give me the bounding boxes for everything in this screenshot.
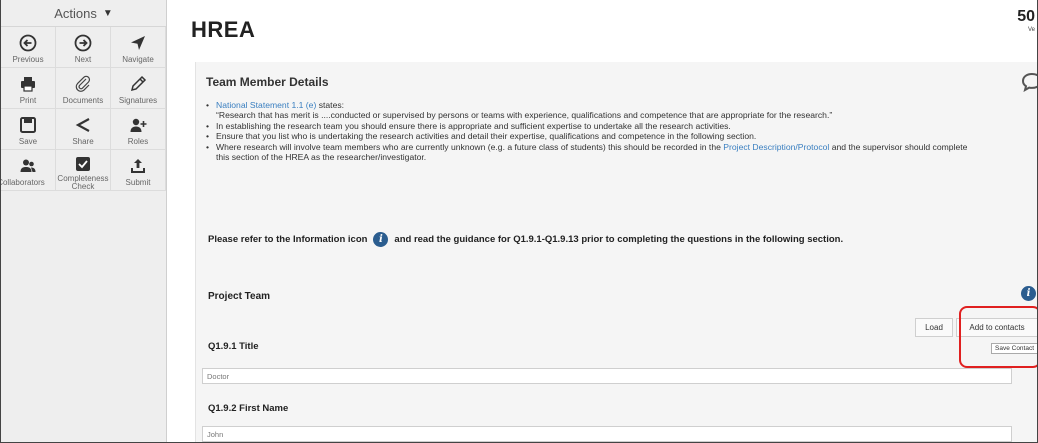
- panel-title: Team Member Details: [206, 75, 329, 89]
- pen-icon: [129, 73, 147, 95]
- previous-label: Previous: [12, 55, 44, 64]
- bullet-3-text: Ensure that you list who is undertaking …: [216, 131, 757, 142]
- highlight-annotation: [959, 306, 1037, 368]
- completeness-check-button[interactable]: Completeness Check: [56, 150, 111, 191]
- bullet-item: • Where research will involve team membe…: [206, 141, 968, 163]
- checkbox-icon: [74, 155, 92, 173]
- actions-grid: Previous Next Navigate Print Documents S…: [1, 27, 166, 191]
- roles-label: Roles: [127, 137, 149, 146]
- arrow-left-circle-icon: [19, 32, 37, 54]
- printer-icon: [19, 73, 37, 95]
- share-button[interactable]: Share: [56, 109, 111, 150]
- comment-icon[interactable]: [1021, 72, 1037, 97]
- actions-label: Actions: [54, 5, 97, 21]
- national-statement-link[interactable]: National Statement 1.1 (e): [216, 100, 316, 110]
- info-guidance-text: Please refer to the Information icon i a…: [208, 232, 843, 247]
- main-content: HREA 50 Ve Team Member Details • Nationa…: [167, 0, 1037, 442]
- q1-title-label: Q1.9.1 Title: [208, 341, 259, 352]
- refer-text-before: Please refer to the Information icon: [208, 234, 368, 245]
- title-field[interactable]: Doctor: [202, 368, 1012, 384]
- info-icon[interactable]: i: [373, 232, 389, 247]
- upload-icon: [129, 155, 147, 177]
- bullet-1-text: states:: [316, 100, 345, 110]
- team-member-details-panel: Team Member Details • National Statement…: [195, 62, 1037, 442]
- next-button[interactable]: Next: [56, 27, 111, 68]
- bullet-item: • Ensure that you list who is undertakin…: [206, 131, 757, 142]
- completeness-check-label: Completeness Check: [57, 174, 109, 191]
- chevron-down-icon: ▼: [102, 7, 113, 19]
- print-button[interactable]: Print: [1, 68, 56, 109]
- share-label: Share: [72, 137, 94, 146]
- collaborators-label: Collaborators: [0, 178, 45, 187]
- submit-label: Submit: [125, 178, 151, 187]
- previous-button[interactable]: Previous: [1, 27, 56, 68]
- bullet-item: • National Statement 1.1 (e) states:: [206, 100, 345, 110]
- bullet-2-text: In establishing the research team you sh…: [216, 120, 731, 131]
- paperclip-icon: [74, 73, 92, 95]
- next-label: Next: [74, 55, 92, 64]
- bullet-4-text: Where research will involve team members…: [216, 141, 724, 152]
- project-team-heading: Project Team: [208, 291, 271, 302]
- share-icon: [74, 114, 92, 136]
- save-contact-tooltip: Save Contact: [991, 343, 1037, 354]
- app-window: Actions ▼ Previous Next Navigate Print D…: [0, 0, 1038, 443]
- actions-menu-toggle[interactable]: Actions ▼: [1, 0, 166, 27]
- navigate-arrow-icon: [129, 32, 147, 54]
- bullet-item: • In establishing the research team you …: [206, 120, 731, 131]
- guidance-bullets: • National Statement 1.1 (e) states: “Re…: [206, 100, 976, 162]
- add-to-contacts-button[interactable]: Add to contacts: [956, 318, 1037, 337]
- roles-button[interactable]: Roles: [111, 109, 166, 150]
- top-right-version: Ve: [1027, 27, 1035, 33]
- refer-text-after: and read the guidance for Q1.9.1-Q1.9.13…: [394, 234, 844, 245]
- floppy-disk-icon: [19, 114, 37, 136]
- project-team-info-icon[interactable]: i: [1021, 286, 1036, 301]
- page-title: HREA: [191, 17, 256, 42]
- submit-button[interactable]: Submit: [111, 150, 166, 191]
- documents-button[interactable]: Documents: [56, 68, 111, 109]
- bullet-1-quote: “Research that has merit is ....conducte…: [216, 110, 833, 121]
- navigate-button[interactable]: Navigate: [111, 27, 166, 68]
- actions-sidebar: Actions ▼ Previous Next Navigate Print D…: [1, 0, 167, 442]
- arrow-right-circle-icon: [74, 32, 92, 54]
- top-right-number: 50: [1017, 8, 1035, 25]
- q2-first-name-label: Q1.9.2 First Name: [208, 403, 289, 414]
- signatures-button[interactable]: Signatures: [111, 68, 166, 109]
- print-label: Print: [19, 96, 37, 105]
- user-plus-icon: [129, 114, 147, 136]
- save-label: Save: [18, 137, 38, 146]
- navigate-label: Navigate: [122, 55, 154, 64]
- save-button[interactable]: Save: [1, 109, 56, 150]
- users-icon: [19, 155, 37, 177]
- documents-label: Documents: [62, 96, 104, 105]
- first-name-field[interactable]: John: [202, 426, 1012, 442]
- project-description-link[interactable]: Project Description/Protocol: [723, 142, 829, 152]
- collaborators-button[interactable]: Collaborators: [1, 150, 56, 191]
- load-button[interactable]: Load: [915, 318, 953, 337]
- signatures-label: Signatures: [118, 96, 158, 105]
